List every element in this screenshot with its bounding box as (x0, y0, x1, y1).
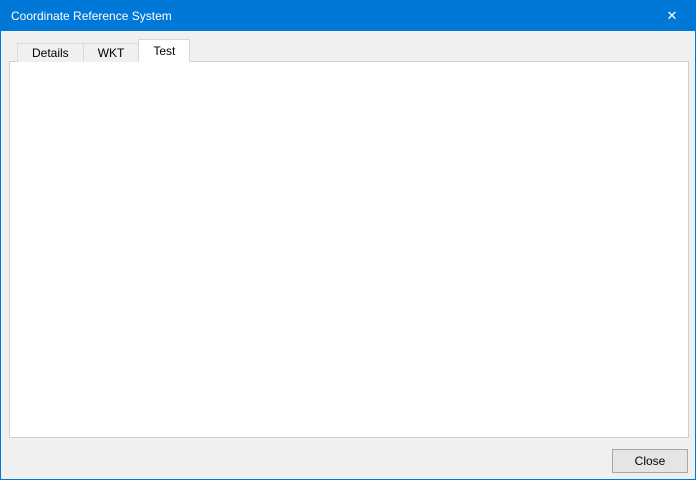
close-button-label: Close (635, 454, 666, 468)
tab-test-label: Test (153, 44, 175, 58)
crs-dialog: Coordinate Reference System ✕ Details WK… (0, 0, 696, 480)
tab-details-label: Details (32, 46, 69, 60)
tab-test[interactable]: Test (138, 39, 190, 62)
close-button[interactable]: Close (612, 449, 688, 473)
tab-wkt[interactable]: WKT (83, 43, 140, 62)
window-close-button[interactable]: ✕ (649, 1, 695, 31)
test-tab-page (9, 61, 689, 438)
tab-details[interactable]: Details (17, 43, 84, 62)
tab-wkt-label: WKT (98, 46, 125, 60)
close-icon: ✕ (667, 8, 678, 24)
tab-bar: Details WKT Test (17, 39, 189, 62)
window-title: Coordinate Reference System (1, 9, 172, 23)
titlebar[interactable]: Coordinate Reference System (1, 1, 695, 31)
